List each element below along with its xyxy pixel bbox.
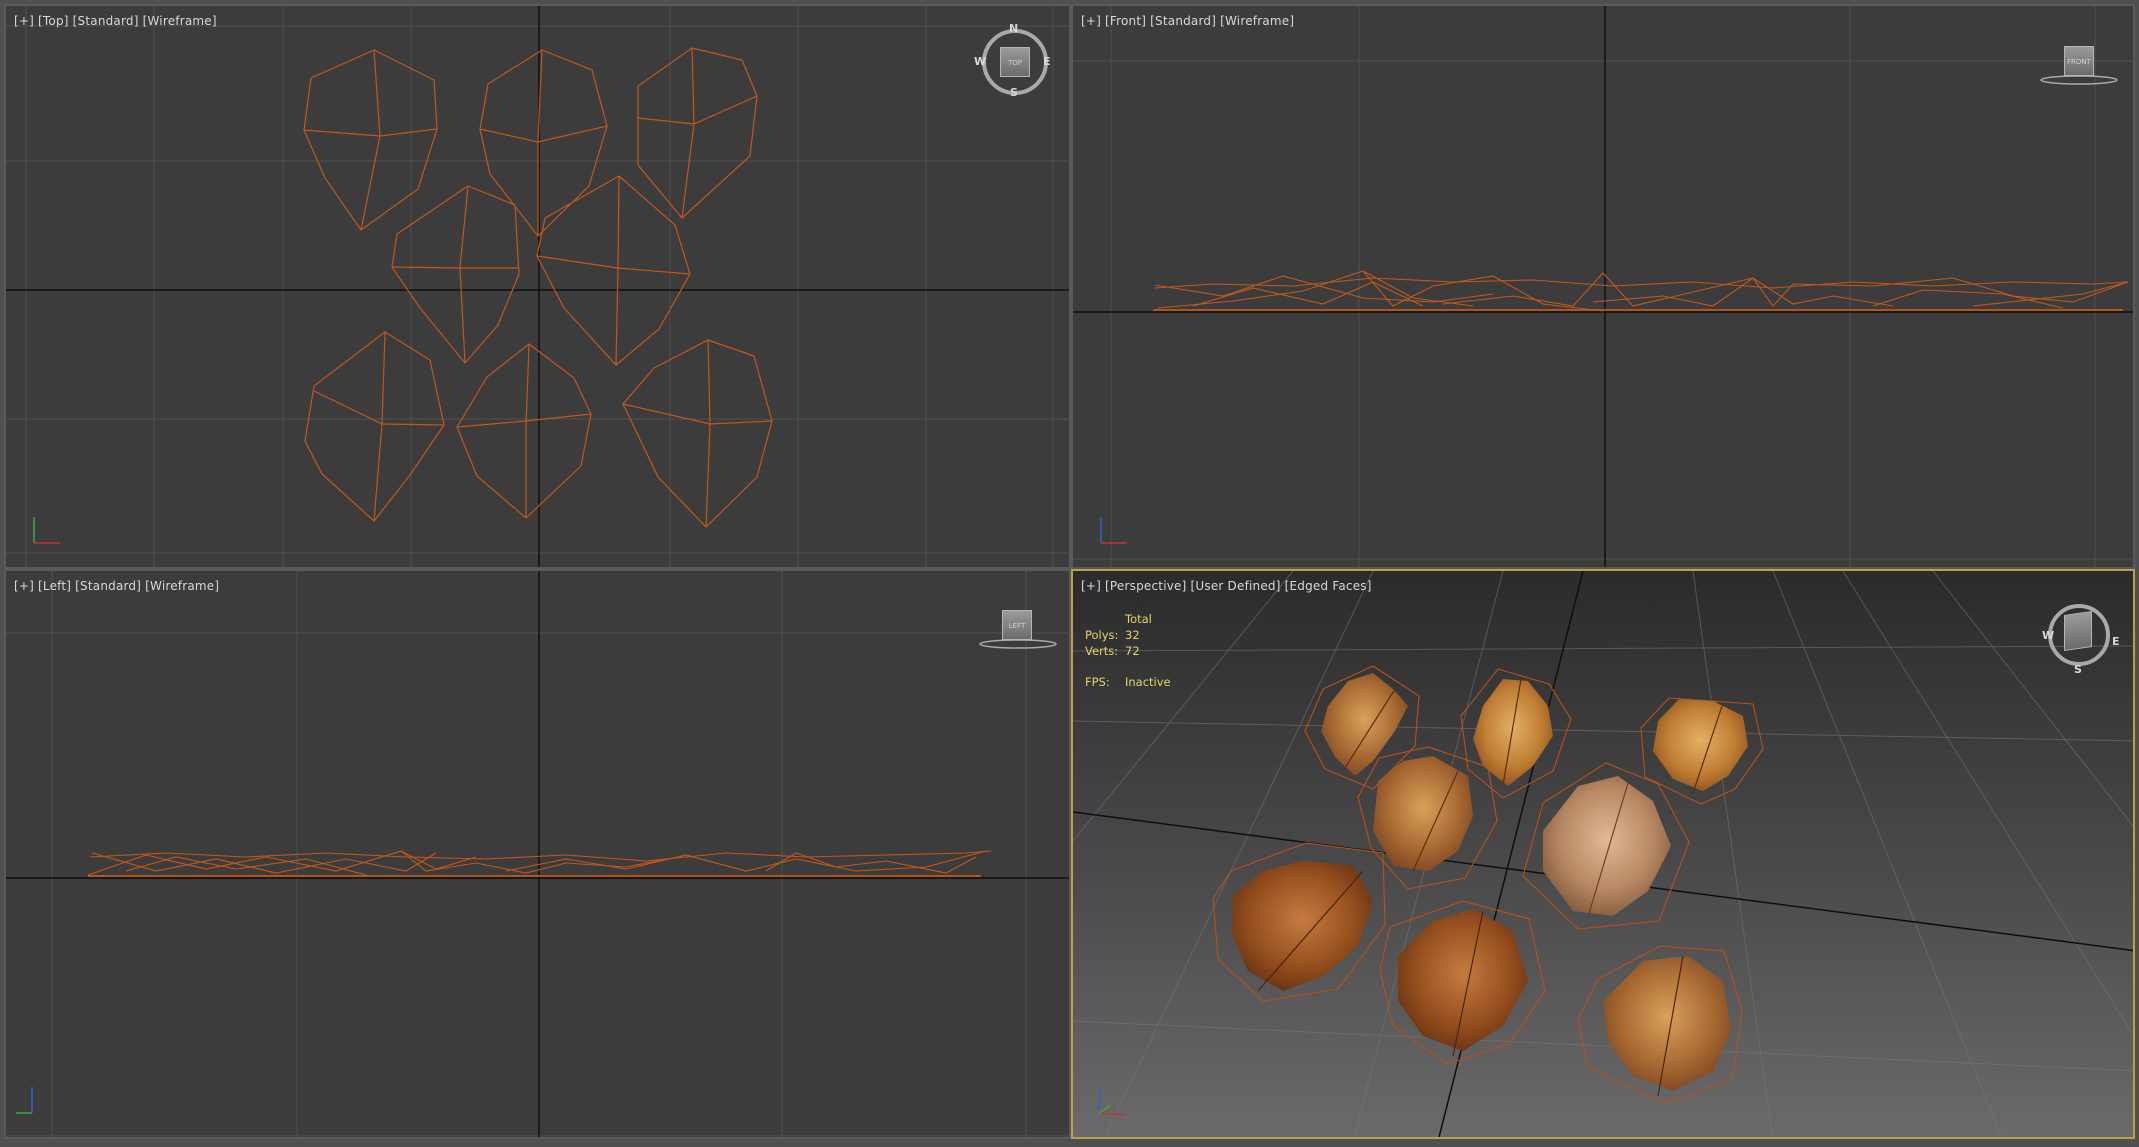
viewcube-perspective[interactable] [2064,611,2092,651]
viewcube-top[interactable]: TOP [1000,47,1030,77]
leaf-wire [479,49,608,237]
viewport-menu-plus[interactable]: [+] [14,579,34,593]
stats-fps-label: FPS: [1085,675,1110,689]
leaf-wire [637,47,758,219]
stats-polys-label: Polys: [1085,628,1119,642]
left-world-axes [6,571,1069,1137]
left-view-scene [6,571,1069,1137]
viewport-standard-menu[interactable]: [Standard] [1150,14,1216,28]
viewport-shading-menu[interactable]: [Wireframe] [145,579,219,593]
leaf-wire [303,128,438,137]
stats-fps-value: Inactive [1125,675,1171,689]
leaf-wire [304,331,445,522]
leaf-mesh [1640,697,1764,805]
viewcube-front[interactable]: FRONT [2064,46,2094,76]
viewport-left[interactable]: [+] [Left] [Standard] [Wireframe] LEFT [4,569,1071,1139]
leaf-wire [89,850,992,862]
leaf-wire [303,49,438,231]
compass-south-label: S [2074,663,2082,676]
leaf-wire [622,403,773,425]
viewport-standard-menu[interactable]: [Standard] [73,14,139,28]
top-leaf-wireframes [303,47,773,528]
leaf-wire [615,175,620,366]
perspective-view-scene [1073,571,2133,1137]
viewport-label-perspective[interactable]: [+] [Perspective] [User Defined] [Edged Fac… [1081,579,1376,593]
compass-south-label: S [1010,86,1018,99]
front-leaf-wireframes [1153,270,2129,312]
axis-tripod-icon [1098,1088,1126,1116]
leaf-wire [525,343,530,518]
statistics-overlay: Total Polys: 32 Verts: 72 FPS: Inactive [1085,611,1171,690]
viewport-menu-plus[interactable]: [+] [1081,579,1101,593]
leaf-wire [536,175,691,366]
viewport-label-top[interactable]: [+] [Top] [Standard] [Wireframe] [14,14,221,28]
leaf-wire [622,339,773,528]
viewport-standard-menu[interactable]: [User Defined] [1191,579,1281,593]
viewport-menu-plus[interactable]: [+] [14,14,34,28]
axis-tripod-icon [16,1087,33,1114]
leaf-wire [456,413,592,428]
viewport-shading-menu[interactable]: [Edged Faces] [1285,579,1372,593]
leaf-wire [705,339,711,528]
stats-verts-label: Verts: [1085,644,1119,658]
compass-west-label: W [974,55,987,68]
leaf-mesh [1212,842,1386,1002]
stats-polys-value: 32 [1125,628,1140,642]
viewport-shading-menu[interactable]: [Wireframe] [143,14,217,28]
viewport-shading-menu[interactable]: [Wireframe] [1220,14,1294,28]
viewport-standard-menu[interactable]: [Standard] [75,579,141,593]
leaf-wire [456,343,592,519]
viewport-point-of-view-menu[interactable]: [Perspective] [1105,579,1186,593]
leaf-wire [637,95,758,125]
leaf-wire [391,266,519,269]
leaf-mesh [1522,762,1690,930]
leaf-wire [1154,275,1494,303]
viewport-point-of-view-menu[interactable]: [Top] [38,14,69,28]
top-view-scene [6,6,1069,567]
viewport-label-front[interactable]: [+] [Front] [Standard] [Wireframe] [1081,14,1298,28]
leaf-wire [373,331,386,522]
compass-east-label: E [2112,635,2120,648]
leaf-wire [479,125,608,143]
leaf-mesh [1357,746,1498,890]
viewport-label-left[interactable]: [+] [Left] [Standard] [Wireframe] [14,579,223,593]
viewport-point-of-view-menu[interactable]: [Left] [38,579,71,593]
top-world-axes [6,6,1069,567]
leaf-meshes [1212,665,1764,1104]
leaf-mesh [1577,945,1743,1104]
stats-header: Total [1125,612,1152,626]
leaf-wire [459,185,469,364]
leaf-wire [313,390,445,426]
leaf-wire [681,47,695,219]
viewport-menu-plus[interactable]: [+] [1081,14,1101,28]
axis-tripod-icon [1100,517,1127,544]
leaf-wire [536,255,691,275]
leaf-wire [1772,277,2129,307]
leaf-wire [400,850,667,874]
viewport-top[interactable]: [+] [Top] [Standard] [Wireframe] TOP N S E … [4,4,1071,569]
compass-east-label: E [1043,55,1051,68]
leaf-wire [360,49,381,231]
axis-tripod-icon [33,517,60,544]
compass-west-label: W [2042,629,2055,642]
front-view-scene [1073,6,2133,567]
front-grid [1073,6,2133,567]
viewcube-left[interactable]: LEFT [1002,610,1032,640]
stats-verts-value: 72 [1125,644,1140,658]
viewport-front[interactable]: [+] [Front] [Standard] [Wireframe] FRONT [1071,4,2135,569]
compass-north-label: N [1009,22,1019,35]
leaf-mesh [1379,900,1546,1065]
leaf-mesh [1460,668,1572,799]
viewport-point-of-view-menu[interactable]: [Front] [1105,14,1146,28]
viewport-perspective[interactable]: [+] [Perspective] [User Defined] [Edged Fac… [1071,569,2135,1139]
viewcube-compass[interactable] [2048,604,2110,666]
front-world-axes [1073,6,2133,567]
